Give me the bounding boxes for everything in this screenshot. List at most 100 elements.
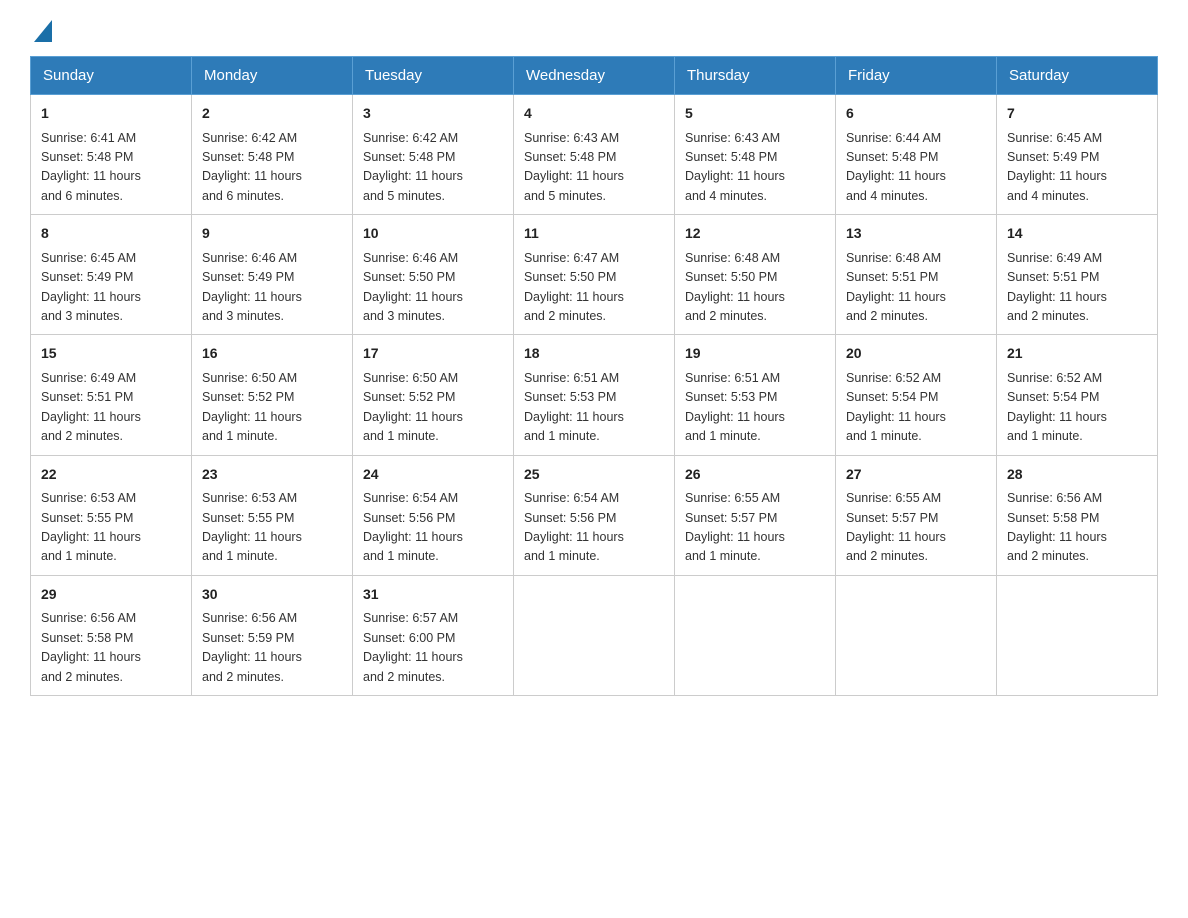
daylight-text-cont: and 2 minutes. <box>41 427 181 446</box>
calendar-table: SundayMondayTuesdayWednesdayThursdayFrid… <box>30 56 1158 696</box>
daylight-text: Daylight: 11 hours <box>202 528 342 547</box>
calendar-cell: 4 Sunrise: 6:43 AMSunset: 5:48 PMDaylight… <box>514 95 675 215</box>
sunset-text: Sunset: 5:49 PM <box>202 268 342 287</box>
day-number: 15 <box>41 343 181 365</box>
day-number: 1 <box>41 103 181 125</box>
daylight-text: Daylight: 11 hours <box>41 167 181 186</box>
sunrise-text: Sunrise: 6:54 AM <box>524 489 664 508</box>
sunset-text: Sunset: 5:48 PM <box>685 148 825 167</box>
sunrise-text: Sunrise: 6:43 AM <box>685 129 825 148</box>
sunrise-text: Sunrise: 6:56 AM <box>41 609 181 628</box>
sunrise-text: Sunrise: 6:41 AM <box>41 129 181 148</box>
sunset-text: Sunset: 5:54 PM <box>846 388 986 407</box>
daylight-text: Daylight: 11 hours <box>846 167 986 186</box>
day-number: 23 <box>202 464 342 486</box>
day-number: 12 <box>685 223 825 245</box>
calendar-cell: 28Sunrise: 6:56 AMSunset: 5:58 PMDayligh… <box>997 455 1158 575</box>
daylight-text-cont: and 2 minutes. <box>202 668 342 687</box>
calendar-cell <box>836 575 997 695</box>
daylight-text: Daylight: 11 hours <box>363 408 503 427</box>
sunset-text: Sunset: 5:48 PM <box>363 148 503 167</box>
calendar-cell: 6Sunrise: 6:44 AMSunset: 5:48 PMDaylight… <box>836 95 997 215</box>
daylight-text: Daylight: 11 hours <box>524 167 664 186</box>
daylight-text-cont: and 5 minutes. <box>363 187 503 206</box>
sunrise-text: Sunrise: 6:50 AM <box>202 369 342 388</box>
day-number: 5 <box>685 103 825 125</box>
sunset-text: Sunset: 5:52 PM <box>363 388 503 407</box>
sunrise-text: Sunrise: 6:52 AM <box>1007 369 1147 388</box>
day-number: 22 <box>41 464 181 486</box>
day-number: 4 <box>524 103 664 125</box>
sunset-text: Sunset: 5:56 PM <box>524 509 664 528</box>
sunset-text: Sunset: 5:58 PM <box>1007 509 1147 528</box>
sunset-text: Sunset: 5:51 PM <box>846 268 986 287</box>
daylight-text-cont: and 3 minutes. <box>41 307 181 326</box>
sunset-text: Sunset: 5:52 PM <box>202 388 342 407</box>
daylight-text-cont: and 1 minute. <box>363 547 503 566</box>
sunset-text: Sunset: 5:48 PM <box>524 148 664 167</box>
day-number: 10 <box>363 223 503 245</box>
header-wednesday: Wednesday <box>514 57 675 95</box>
daylight-text-cont: and 1 minute. <box>41 547 181 566</box>
daylight-text-cont: and 6 minutes. <box>202 187 342 206</box>
daylight-text-cont: and 1 minute. <box>524 427 664 446</box>
header-sunday: Sunday <box>31 57 192 95</box>
logo-triangle-icon <box>34 20 52 42</box>
calendar-cell: 20Sunrise: 6:52 AMSunset: 5:54 PMDayligh… <box>836 335 997 455</box>
daylight-text: Daylight: 11 hours <box>202 648 342 667</box>
sunrise-text: Sunrise: 6:46 AM <box>363 249 503 268</box>
sunrise-text: Sunrise: 6:57 AM <box>363 609 503 628</box>
day-number: 16 <box>202 343 342 365</box>
sunrise-text: Sunrise: 6:49 AM <box>1007 249 1147 268</box>
header-tuesday: Tuesday <box>353 57 514 95</box>
sunrise-text: Sunrise: 6:53 AM <box>202 489 342 508</box>
daylight-text: Daylight: 11 hours <box>524 528 664 547</box>
header-thursday: Thursday <box>675 57 836 95</box>
sunrise-text: Sunrise: 6:53 AM <box>41 489 181 508</box>
day-number: 20 <box>846 343 986 365</box>
sunset-text: Sunset: 5:53 PM <box>685 388 825 407</box>
sunrise-text: Sunrise: 6:51 AM <box>524 369 664 388</box>
calendar-cell: 16Sunrise: 6:50 AMSunset: 5:52 PMDayligh… <box>192 335 353 455</box>
calendar-cell: 17Sunrise: 6:50 AMSunset: 5:52 PMDayligh… <box>353 335 514 455</box>
daylight-text-cont: and 1 minute. <box>363 427 503 446</box>
daylight-text-cont: and 2 minutes. <box>524 307 664 326</box>
calendar-cell <box>997 575 1158 695</box>
daylight-text: Daylight: 11 hours <box>41 408 181 427</box>
day-number: 19 <box>685 343 825 365</box>
sunrise-text: Sunrise: 6:43 AM <box>524 129 664 148</box>
sunset-text: Sunset: 5:50 PM <box>363 268 503 287</box>
sunrise-text: Sunrise: 6:45 AM <box>41 249 181 268</box>
day-number: 28 <box>1007 464 1147 486</box>
day-number: 9 <box>202 223 342 245</box>
calendar-cell: 3Sunrise: 6:42 AMSunset: 5:48 PMDaylight… <box>353 95 514 215</box>
daylight-text-cont: and 1 minute. <box>524 547 664 566</box>
daylight-text: Daylight: 11 hours <box>685 288 825 307</box>
week-row-3: 15Sunrise: 6:49 AMSunset: 5:51 PMDayligh… <box>31 335 1158 455</box>
day-number: 7 <box>1007 103 1147 125</box>
daylight-text: Daylight: 11 hours <box>1007 167 1147 186</box>
day-number: 18 <box>524 343 664 365</box>
day-number: 29 <box>41 584 181 606</box>
day-number: 2 <box>202 103 342 125</box>
calendar-cell: 26Sunrise: 6:55 AMSunset: 5:57 PMDayligh… <box>675 455 836 575</box>
daylight-text: Daylight: 11 hours <box>363 528 503 547</box>
daylight-text: Daylight: 11 hours <box>846 408 986 427</box>
daylight-text-cont: and 3 minutes. <box>202 307 342 326</box>
logo-top <box>30 20 52 40</box>
daylight-text-cont: and 1 minute. <box>1007 427 1147 446</box>
calendar-cell: 7Sunrise: 6:45 AMSunset: 5:49 PMDaylight… <box>997 95 1158 215</box>
calendar-cell: 5Sunrise: 6:43 AMSunset: 5:48 PMDaylight… <box>675 95 836 215</box>
sunset-text: Sunset: 5:54 PM <box>1007 388 1147 407</box>
sunrise-text: Sunrise: 6:50 AM <box>363 369 503 388</box>
calendar-cell: 14Sunrise: 6:49 AMSunset: 5:51 PMDayligh… <box>997 215 1158 335</box>
calendar-cell: 13Sunrise: 6:48 AMSunset: 5:51 PMDayligh… <box>836 215 997 335</box>
sunset-text: Sunset: 5:49 PM <box>41 268 181 287</box>
daylight-text-cont: and 1 minute. <box>846 427 986 446</box>
calendar-cell <box>514 575 675 695</box>
sunset-text: Sunset: 5:51 PM <box>41 388 181 407</box>
sunrise-text: Sunrise: 6:48 AM <box>846 249 986 268</box>
header-monday: Monday <box>192 57 353 95</box>
calendar-header-row: SundayMondayTuesdayWednesdayThursdayFrid… <box>31 57 1158 95</box>
calendar-cell: 18Sunrise: 6:51 AMSunset: 5:53 PMDayligh… <box>514 335 675 455</box>
